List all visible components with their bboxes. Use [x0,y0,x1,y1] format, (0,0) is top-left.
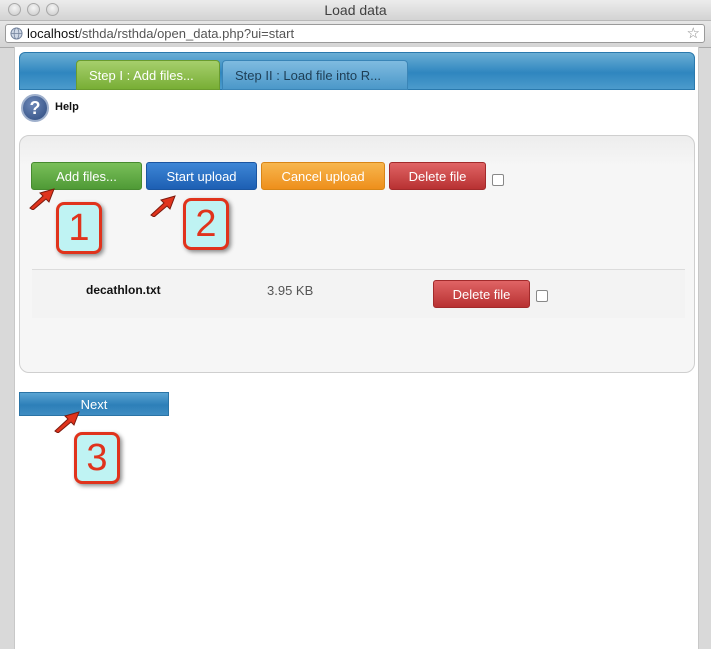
page-content: Step I : Add files... Step II : Load fil… [14,47,699,649]
annotation-marker-1: 1 [56,202,102,254]
upload-panel: Add files... Start upload Cancel upload … [19,135,695,373]
globe-icon [10,27,23,40]
window-title-bar: Load data [0,0,711,21]
file-select-checkbox[interactable] [536,290,548,302]
address-bar-container: localhost/sthda/rsthda/open_data.php?ui=… [0,21,711,48]
delete-all-button[interactable]: Delete file [389,162,486,190]
tab-step-2[interactable]: Step II : Load file into R... [222,60,408,90]
help-icon[interactable]: ? [21,94,49,122]
annotation-marker-2: 2 [183,198,229,250]
bookmark-star-icon[interactable]: ☆ [687,24,700,42]
file-size: 3.95 KB [267,283,314,298]
delete-file-button[interactable]: Delete file [433,280,530,308]
help-label[interactable]: Help [55,101,79,113]
window-title: Load data [324,2,387,18]
annotation-marker-3: 3 [74,432,120,484]
file-name: decathlon.txt [86,283,161,297]
tab-step-1[interactable]: Step I : Add files... [76,60,220,90]
url-path: /sthda/rsthda/open_data.php?ui=start [78,26,295,41]
address-bar[interactable]: localhost/sthda/rsthda/open_data.php?ui=… [5,24,705,43]
step-tab-bar: Step I : Add files... Step II : Load fil… [19,52,695,90]
cancel-upload-button[interactable]: Cancel upload [261,162,385,190]
annotation-arrow-2 [150,195,176,217]
url-text: localhost/sthda/rsthda/open_data.php?ui=… [27,26,294,41]
url-host: localhost [27,26,79,41]
annotation-arrow-3 [54,411,80,433]
next-button[interactable]: Next [19,392,169,416]
start-upload-button[interactable]: Start upload [146,162,257,190]
annotation-arrow-1 [29,188,55,210]
file-row: decathlon.txt 3.95 KB Delete file [32,270,685,318]
select-all-checkbox[interactable] [492,174,504,186]
